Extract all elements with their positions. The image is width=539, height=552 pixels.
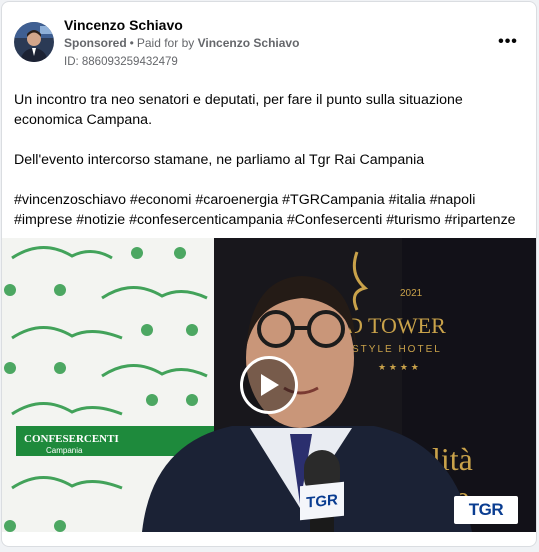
more-options-button[interactable]: •••	[496, 32, 520, 52]
post-paragraph-2: Dell'evento intercorso stamane, ne parli…	[14, 152, 425, 168]
sponsored-label: Sponsored	[64, 36, 127, 50]
post-text: Un incontro tra neo senatori e deputati,…	[14, 90, 526, 230]
mic-label: TGR	[306, 490, 338, 512]
sponsored-info: Sponsored • Paid for by Vincenzo Schiavo	[64, 36, 299, 50]
backdrop-region: Campania	[46, 446, 83, 455]
microphone-flag: TGR	[300, 481, 344, 521]
author-avatar[interactable]	[14, 22, 54, 62]
hotel-stars: ★ ★ ★ ★	[378, 363, 419, 373]
post-paragraph-1: Un incontro tra neo senatori e deputati,…	[14, 92, 463, 128]
sponsored-post-card: Vincenzo Schiavo Sponsored • Paid for by V…	[1, 1, 537, 547]
tgr-watermark: TGR	[454, 496, 518, 524]
paid-for-prefix: Paid for by	[136, 36, 195, 50]
tgr-logo-text: TGR	[468, 500, 504, 519]
play-button[interactable]	[240, 356, 298, 414]
separator-dot: •	[129, 36, 134, 50]
author-name[interactable]: Vincenzo Schiavo	[64, 17, 183, 33]
avatar-image	[14, 22, 54, 62]
hotel-sub: STYLE HOTEL	[352, 344, 442, 355]
post-header: Vincenzo Schiavo Sponsored • Paid for by V…	[2, 2, 536, 80]
hotel-name: D TOWER	[347, 313, 446, 338]
backdrop-brand: CONFESERCENTI	[24, 433, 119, 445]
play-icon	[261, 374, 279, 396]
paid-for-name[interactable]: Vincenzo Schiavo	[198, 36, 300, 50]
video-player[interactable]: CONFESERCENTI Campania 2021 D TOWER STYL…	[2, 238, 536, 532]
post-hashtags[interactable]: #vincenzoschiavo #economi #caroenergia #…	[14, 190, 526, 230]
hotel-year: 2021	[400, 288, 423, 299]
more-options-icon: •••	[498, 33, 518, 50]
ad-id: ID: 886093259432479	[64, 56, 178, 68]
